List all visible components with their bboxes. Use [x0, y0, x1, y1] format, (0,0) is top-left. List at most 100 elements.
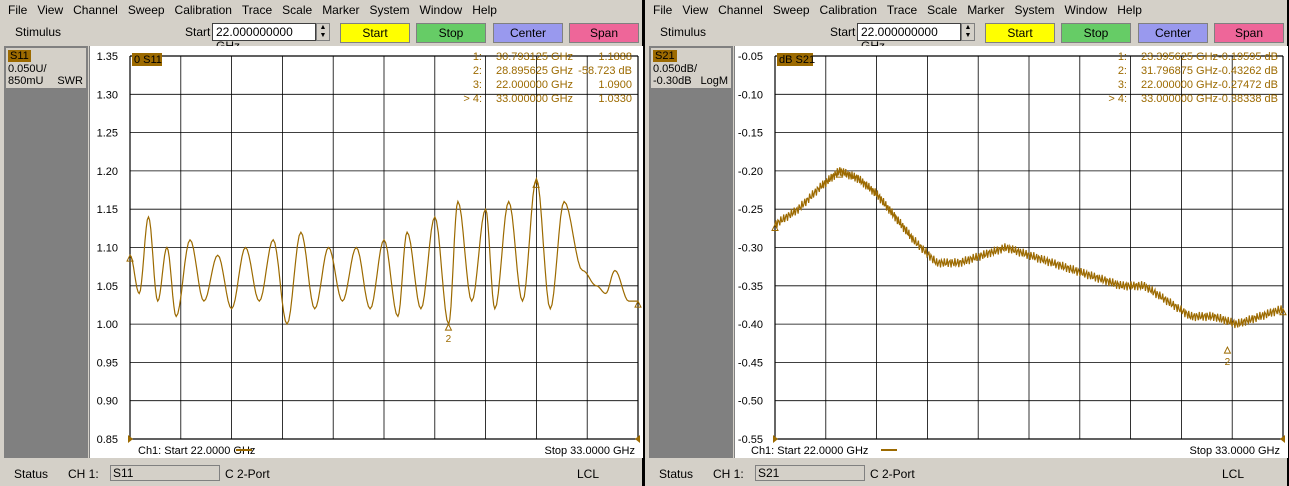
stimulus-toolbar: Stimulus Start 22.000000000 GHz ▲▼ Start… — [0, 21, 642, 53]
menu-trace[interactable]: Trace — [887, 3, 917, 17]
menu-scale[interactable]: Scale — [927, 3, 957, 17]
marker-value: -0.43262 dB — [1218, 65, 1278, 77]
marker-value: -58.723 dB — [578, 65, 632, 77]
y-tick-label: 0.85 — [97, 434, 118, 446]
y-tick-label: 1.10 — [97, 243, 118, 255]
menu-channel[interactable]: Channel — [718, 3, 763, 17]
plot-area-s11[interactable]: 1.35 1.30 1.25 1.20 1.15 1.10 1.05 1.00 0.95 0.90… — [89, 46, 643, 458]
scale-per-div: 0.050dB/ — [653, 63, 698, 75]
start-frequency-input[interactable]: 22.000000000 GHz — [857, 23, 961, 53]
menu-window[interactable]: Window — [420, 3, 463, 17]
active-trace-field[interactable]: S21 — [755, 465, 865, 481]
menu-help[interactable]: Help — [1117, 3, 1142, 17]
marker-frequency: 33.000000 GHz — [1141, 93, 1218, 105]
marker-id: 3: — [1118, 79, 1127, 91]
menu-help[interactable]: Help — [472, 3, 497, 17]
marker-value: 1.0330 — [598, 93, 632, 105]
plot-svg-s11: 1.35 1.30 1.25 1.20 1.15 1.10 1.05 1.00 0.95 0.90… — [97, 51, 642, 457]
center-button[interactable]: Center — [1138, 23, 1208, 43]
frequency-spinner[interactable]: ▲ ▼ — [316, 23, 330, 41]
stop-button[interactable]: Stop — [1061, 23, 1131, 43]
menu-file[interactable]: File — [653, 3, 672, 17]
channel-label: CH 1: — [713, 467, 744, 481]
y-tick-label: 1.20 — [97, 166, 118, 178]
y-axis-ticks: 1.35 1.30 1.25 1.20 1.15 1.10 1.05 1.00 0.95 0.90… — [97, 51, 118, 446]
reference-value: 850mU — [8, 75, 44, 87]
y-tick-label: -0.45 — [738, 357, 763, 369]
y-tick-label: 0.95 — [97, 357, 118, 369]
span-button[interactable]: Span — [1214, 23, 1284, 43]
menu-sweep[interactable]: Sweep — [128, 3, 165, 17]
menu-scale[interactable]: Scale — [282, 3, 312, 17]
marker-frequency: 30.793125 GHz — [496, 51, 573, 63]
marker-value: -0.27472 dB — [1218, 79, 1278, 91]
start-label: Start — [830, 25, 856, 39]
start-button[interactable]: Start — [340, 23, 410, 43]
start-button[interactable]: Start — [985, 23, 1055, 43]
stop-button[interactable]: Stop — [416, 23, 486, 43]
window-s21: File View Channel Sweep Calibration Trac… — [645, 0, 1288, 486]
y-tick-label: 1.15 — [97, 204, 118, 216]
marker-value: -0.38338 dB — [1218, 93, 1278, 105]
y-tick-label: -0.15 — [738, 128, 763, 140]
marker-frequency: 23.395625 GHz — [1141, 51, 1218, 63]
menu-file[interactable]: File — [8, 3, 27, 17]
menu-bar: File View Channel Sweep Calibration Trac… — [0, 0, 642, 20]
menu-calibration[interactable]: Calibration — [820, 3, 877, 17]
menu-marker[interactable]: Marker — [322, 3, 359, 17]
menu-view[interactable]: View — [682, 3, 708, 17]
window-s11: File View Channel Sweep Calibration Trac… — [0, 0, 643, 486]
trace-info-box[interactable]: S11 0.050U/ 850mU SWR — [6, 48, 86, 88]
marker-frequency: 31.796875 GHz — [1141, 65, 1218, 77]
grid — [774, 55, 1284, 440]
y-tick-label: -0.35 — [738, 281, 763, 293]
start-label: Start — [185, 25, 211, 39]
y-tick-label: 0.90 — [97, 396, 118, 408]
span-button[interactable]: Span — [569, 23, 639, 43]
menu-calibration[interactable]: Calibration — [175, 3, 232, 17]
marker-id: > 4: — [463, 93, 482, 105]
status-bar: Status CH 1: S11 C 2-Port LCL — [0, 462, 642, 486]
menu-system[interactable]: System — [1015, 3, 1055, 17]
menu-view[interactable]: View — [37, 3, 63, 17]
start-frequency-input[interactable]: 22.000000000 GHz — [212, 23, 316, 53]
marker-triangle — [1223, 345, 1232, 354]
trace-format: LogM — [700, 75, 728, 87]
plot-area-s21[interactable]: -0.05 -0.10 -0.15 -0.20 -0.25 -0.30 -0.35 -0.40… — [734, 46, 1288, 458]
active-trace-field[interactable]: S11 — [110, 465, 220, 481]
calibration-status: C 2-Port — [870, 467, 915, 481]
status-bar: Status CH 1: S21 C 2-Port LCL — [645, 462, 1287, 486]
y-tick-label: -0.30 — [738, 243, 763, 255]
y-tick-label: 1.35 — [97, 51, 118, 63]
marker-number: 2 — [1225, 357, 1231, 368]
marker-number: 2 — [446, 334, 452, 345]
menu-channel[interactable]: Channel — [73, 3, 118, 17]
stimulus-toolbar: Stimulus Start 22.000000000 GHz ▲▼ Start… — [645, 21, 1287, 53]
trace-sidebar: S21 0.050dB/ -0.30dB LogM — [649, 46, 733, 458]
trace-info-box[interactable]: S21 0.050dB/ -0.30dB LogM — [651, 48, 731, 88]
marker-frequency: 28.895625 GHz — [496, 65, 573, 77]
y-tick-label: 1.00 — [97, 319, 118, 331]
menu-trace[interactable]: Trace — [242, 3, 272, 17]
y-tick-label: -0.25 — [738, 204, 763, 216]
menu-marker[interactable]: Marker — [967, 3, 1004, 17]
stop-frequency-footer: Stop 33.0000 GHz — [544, 445, 635, 457]
menu-sweep[interactable]: Sweep — [773, 3, 810, 17]
marker-table: 1: 30.793125 GHz 1.1888 2: 28.895625 GHz… — [463, 51, 632, 105]
menu-system[interactable]: System — [370, 3, 410, 17]
marker-id: 1: — [1118, 51, 1127, 63]
y-tick-label: 1.05 — [97, 281, 118, 293]
center-button[interactable]: Center — [493, 23, 563, 43]
y-tick-label: -0.20 — [738, 166, 763, 178]
marker-id: 3: — [473, 79, 482, 91]
menu-window[interactable]: Window — [1065, 3, 1108, 17]
y-tick-label: -0.10 — [738, 89, 763, 101]
scale-info: 0.050U/ 850mU — [8, 63, 47, 87]
frequency-spinner[interactable]: ▲ ▼ — [961, 23, 975, 41]
reference-value: -0.30dB — [653, 75, 692, 87]
plot-trace-label: dB S21 — [779, 54, 815, 66]
marker-value: 1.1888 — [598, 51, 632, 63]
grid — [129, 55, 639, 440]
plot-svg-s21: -0.05 -0.10 -0.15 -0.20 -0.25 -0.30 -0.35 -0.40… — [738, 51, 1287, 457]
lcl-indicator: LCL — [1222, 467, 1245, 481]
